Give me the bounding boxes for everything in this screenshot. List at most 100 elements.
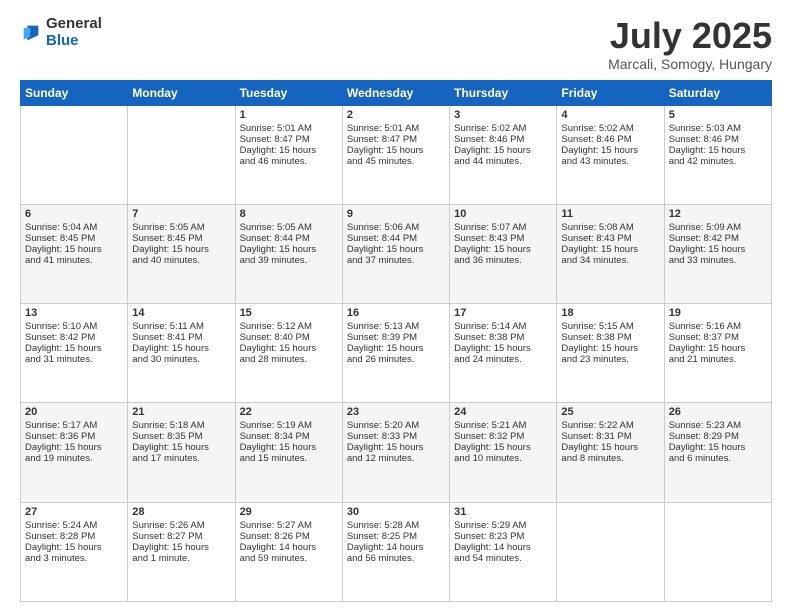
daylight-text: Daylight: 14 hours <box>454 542 552 553</box>
calendar-cell: 22Sunrise: 5:19 AMSunset: 8:34 PMDayligh… <box>235 403 342 502</box>
sunrise-text: Sunrise: 5:26 AM <box>132 520 230 531</box>
calendar-week-row: 13 Sunrise: 5:10 AMSunset: 8:42 PM Dayligh… <box>21 304 772 403</box>
calendar-cell <box>664 502 771 601</box>
daylight-text: Daylight: 15 hours <box>240 244 338 255</box>
calendar-cell: 14Sunrise: 5:11 AMSunset: 8:41 PMDayligh… <box>128 304 235 403</box>
calendar-cell: 25Sunrise: 5:22 AMSunset: 8:31 PMDayligh… <box>557 403 664 502</box>
calendar-cell: 8Sunrise: 5:05 AMSunset: 8:44 PMDaylight… <box>235 204 342 303</box>
sunrise-text: Sunrise: 5:09 AM <box>669 222 767 233</box>
sunset-text: Sunset: 8:46 PM <box>454 134 552 145</box>
sunset-text: Sunset: 8:43 PM <box>454 233 552 244</box>
sunrise-text: Sunrise: 5:05 AM <box>132 222 230 233</box>
daylight-text: Daylight: 15 hours <box>561 343 659 354</box>
sunrise-text: Sunrise: 5:10 AM <box>25 321 123 332</box>
sunrise-text: Sunrise: 5:17 AM <box>25 420 123 431</box>
daylight-minutes: and 24 minutes. <box>454 354 552 365</box>
daylight-minutes: and 44 minutes. <box>454 156 552 167</box>
daylight-text: Daylight: 15 hours <box>347 343 445 354</box>
day-number: 14 <box>132 307 230 319</box>
day-number: 18 <box>561 307 659 319</box>
day-number: 9 <box>347 208 445 220</box>
daylight-minutes: and 43 minutes. <box>561 156 659 167</box>
sunset-text: Sunset: 8:47 PM <box>240 134 338 145</box>
day-number: 21 <box>132 406 230 418</box>
calendar-cell <box>21 105 128 204</box>
day-number: 15 <box>240 307 338 319</box>
calendar-cell: 2Sunrise: 5:01 AMSunset: 8:47 PMDaylight… <box>342 105 449 204</box>
sunrise-text: Sunrise: 5:19 AM <box>240 420 338 431</box>
daylight-minutes: and 1 minute. <box>132 553 230 564</box>
sunset-text: Sunset: 8:25 PM <box>347 531 445 542</box>
daylight-text: Daylight: 14 hours <box>347 542 445 553</box>
daylight-minutes: and 36 minutes. <box>454 255 552 266</box>
day-number: 7 <box>132 208 230 220</box>
sunset-text: Sunset: 8:34 PM <box>240 431 338 442</box>
calendar-cell <box>128 105 235 204</box>
calendar-cell: 23Sunrise: 5:20 AMSunset: 8:33 PMDayligh… <box>342 403 449 502</box>
sunrise-text: Sunrise: 5:02 AM <box>561 123 659 134</box>
daylight-text: Daylight: 15 hours <box>454 442 552 453</box>
sunrise-text: Sunrise: 5:02 AM <box>454 123 552 134</box>
daylight-minutes: and 28 minutes. <box>240 354 338 365</box>
calendar-week-row: 1Sunrise: 5:01 AMSunset: 8:47 PMDaylight… <box>21 105 772 204</box>
sunrise-text: Sunrise: 5:03 AM <box>669 123 767 134</box>
logo-icon <box>20 22 42 44</box>
calendar-cell: 30Sunrise: 5:28 AMSunset: 8:25 PMDayligh… <box>342 502 449 601</box>
calendar-cell: 10Sunrise: 5:07 AMSunset: 8:43 PMDayligh… <box>450 204 557 303</box>
sunset-text: Sunset: 8:35 PM <box>132 431 230 442</box>
sunrise-text: Sunrise: 5:28 AM <box>347 520 445 531</box>
sunset-text: Sunset: 8:45 PM <box>25 233 123 244</box>
sunrise-text: Sunrise: 5:18 AM <box>132 420 230 431</box>
sunrise-text: Sunrise: 5:05 AM <box>240 222 338 233</box>
sunset-text: Sunset: 8:45 PM <box>132 233 230 244</box>
sunrise-text: Sunrise: 5:07 AM <box>454 222 552 233</box>
daylight-minutes: and 46 minutes. <box>240 156 338 167</box>
calendar-cell: 31Sunrise: 5:29 AMSunset: 8:23 PMDayligh… <box>450 502 557 601</box>
sunset-text: Sunset: 8:38 PM <box>454 332 552 343</box>
daylight-text: Daylight: 15 hours <box>561 145 659 156</box>
daylight-text: Daylight: 15 hours <box>132 442 230 453</box>
day-number: 25 <box>561 406 659 418</box>
title-location: Marcali, Somogy, Hungary <box>608 56 772 72</box>
sunset-text: Sunset: 8:36 PM <box>25 431 123 442</box>
day-number: 6 <box>25 208 123 220</box>
sunset-text: Sunset: 8:46 PM <box>669 134 767 145</box>
daylight-text: Daylight: 15 hours <box>347 244 445 255</box>
day-number: 19 <box>669 307 767 319</box>
sunrise-text: Sunrise: 5:12 AM <box>240 321 338 332</box>
sunrise-text: Sunrise: 5:16 AM <box>669 321 767 332</box>
calendar-cell <box>557 502 664 601</box>
daylight-minutes: and 17 minutes. <box>132 453 230 464</box>
day-number: 13 <box>25 307 123 319</box>
sunrise-text: Sunrise: 5:29 AM <box>454 520 552 531</box>
day-number: 8 <box>240 208 338 220</box>
header: General Blue July 2025 Marcali, Somogy, … <box>20 16 772 72</box>
day-number: 17 <box>454 307 552 319</box>
daylight-minutes: and 6 minutes. <box>669 453 767 464</box>
logo: General Blue <box>20 16 102 49</box>
calendar-day-header: Tuesday <box>235 80 342 105</box>
daylight-text: Daylight: 15 hours <box>561 442 659 453</box>
daylight-text: Daylight: 15 hours <box>240 145 338 156</box>
day-number: 27 <box>25 506 123 518</box>
daylight-minutes: and 42 minutes. <box>669 156 767 167</box>
daylight-text: Daylight: 15 hours <box>454 244 552 255</box>
sunset-text: Sunset: 8:37 PM <box>669 332 767 343</box>
daylight-text: Daylight: 15 hours <box>240 343 338 354</box>
calendar-cell: 12Sunrise: 5:09 AMSunset: 8:42 PMDayligh… <box>664 204 771 303</box>
calendar-cell: 21 Sunrise: 5:18 AMSunset: 8:35 PMDayligh… <box>128 403 235 502</box>
calendar-cell: 1Sunrise: 5:01 AMSunset: 8:47 PMDaylight… <box>235 105 342 204</box>
calendar-week-row: 6Sunrise: 5:04 AMSunset: 8:45 PMDaylight… <box>21 204 772 303</box>
sunset-text: Sunset: 8:42 PM <box>25 332 123 343</box>
day-number: 2 <box>347 109 445 121</box>
day-number: 24 <box>454 406 552 418</box>
daylight-text: Daylight: 15 hours <box>669 145 767 156</box>
daylight-text: Daylight: 15 hours <box>25 542 123 553</box>
calendar-cell: 17Sunrise: 5:14 AMSunset: 8:38 PMDayligh… <box>450 304 557 403</box>
calendar-day-header: Monday <box>128 80 235 105</box>
sunrise-text: Sunrise: 5:01 AM <box>347 123 445 134</box>
daylight-text: Daylight: 15 hours <box>132 542 230 553</box>
daylight-text: Daylight: 15 hours <box>669 343 767 354</box>
sunrise-text: Sunrise: 5:20 AM <box>347 420 445 431</box>
sunset-text: Sunset: 8:27 PM <box>132 531 230 542</box>
